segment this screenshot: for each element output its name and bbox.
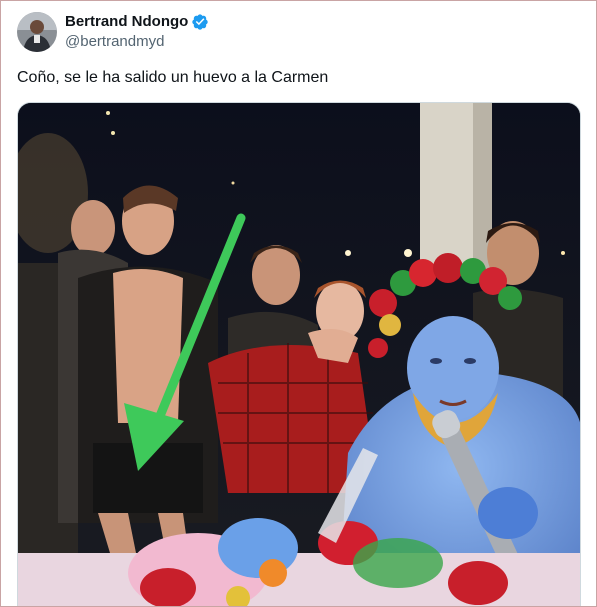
- green-arrow-icon: [124, 213, 246, 471]
- author-avatar[interactable]: [17, 12, 57, 52]
- name-row: Bertrand Ndongo: [65, 12, 209, 32]
- author-display-name[interactable]: Bertrand Ndongo: [65, 12, 188, 32]
- tweet-text: Coño, se le ha salido un huevo a la Carm…: [17, 69, 329, 86]
- tweet-media-photo[interactable]: [17, 102, 581, 606]
- profile-avatar-icon: [17, 12, 57, 52]
- author-names: Bertrand Ndongo @bertrandmyd: [65, 12, 209, 52]
- author-handle[interactable]: @bertrandmyd: [65, 32, 209, 52]
- verified-badge-icon: [191, 13, 209, 31]
- tweet-header: Bertrand Ndongo @bertrandmyd: [17, 11, 209, 53]
- tweet-card[interactable]: Bertrand Ndongo @bertrandmyd Coño, se le…: [0, 0, 597, 607]
